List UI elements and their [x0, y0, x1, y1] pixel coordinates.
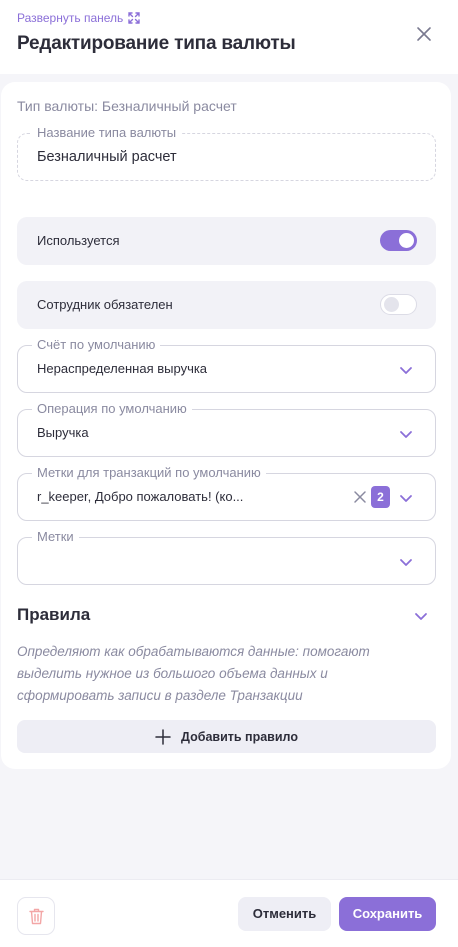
- chevron-down-icon[interactable]: [414, 609, 428, 623]
- default-operation-label: Операция по умолчанию: [32, 401, 192, 417]
- trash-icon: [29, 908, 44, 925]
- chevron-down-icon[interactable]: [399, 363, 413, 377]
- default-account-select[interactable]: Счёт по умолчанию Нераспределенная выруч…: [17, 337, 436, 393]
- form-subtitle: Тип валюты: Безналичный расчет: [17, 98, 237, 114]
- default-operation-value: Выручка: [37, 425, 89, 440]
- used-toggle-switch[interactable]: [380, 230, 417, 251]
- used-toggle-row: Используется: [17, 217, 436, 265]
- toggle-knob: [399, 233, 414, 248]
- default-tags-label: Метки для транзакций по умолчанию: [32, 465, 266, 481]
- expand-panel-label: Развернуть панель: [17, 11, 124, 25]
- default-account-value: Нераспределенная выручка: [37, 361, 208, 376]
- employee-required-label: Сотрудник обязателен: [37, 297, 173, 312]
- delete-button[interactable]: [17, 897, 55, 935]
- add-rule-label: Добавить правило: [181, 729, 298, 744]
- save-button[interactable]: Сохранить: [339, 897, 436, 931]
- expand-icon: [128, 12, 140, 24]
- rules-section-title: Правила: [17, 605, 91, 624]
- used-toggle-label: Используется: [37, 233, 120, 248]
- clear-icon[interactable]: [353, 490, 367, 504]
- panel-footer: Отменить Сохранить: [0, 879, 458, 947]
- default-tags-value: r_keeper, Добро пожаловать! (ко...: [37, 489, 244, 504]
- employee-required-row: Сотрудник обязателен: [17, 281, 436, 329]
- currency-name-label: Название типа валюты: [32, 125, 182, 141]
- expand-panel-link[interactable]: Развернуть панель: [17, 11, 140, 25]
- default-tags-select[interactable]: Метки для транзакций по умолчанию r_keep…: [17, 465, 436, 521]
- chevron-down-icon[interactable]: [399, 427, 413, 441]
- plus-icon: [155, 728, 171, 745]
- chevron-down-icon[interactable]: [399, 491, 413, 505]
- toggle-knob: [384, 297, 399, 312]
- selected-count-badge: 2: [371, 486, 390, 508]
- page-title: Редактирование типа валюты: [17, 33, 296, 54]
- chevron-down-icon[interactable]: [399, 555, 413, 569]
- cancel-button[interactable]: Отменить: [238, 897, 331, 931]
- currency-name-field[interactable]: Название типа валюты Безналичный расчет: [17, 125, 436, 181]
- currency-type-form: Тип валюты: Безналичный расчет Название …: [1, 82, 451, 769]
- default-account-label: Счёт по умолчанию: [32, 337, 161, 353]
- tags-select[interactable]: Метки: [17, 529, 436, 585]
- currency-name-value: Безналичный расчет: [37, 149, 177, 165]
- tags-label: Метки: [32, 529, 79, 545]
- rules-description: Определяют как обрабатываются данные: по…: [17, 644, 370, 703]
- employee-required-switch[interactable]: [380, 294, 417, 315]
- close-icon[interactable]: [414, 24, 434, 44]
- default-operation-select[interactable]: Операция по умолчанию Выручка: [17, 401, 436, 457]
- panel-header: Развернуть панель Редактирование типа ва…: [0, 0, 458, 74]
- add-rule-button[interactable]: Добавить правило: [17, 720, 436, 753]
